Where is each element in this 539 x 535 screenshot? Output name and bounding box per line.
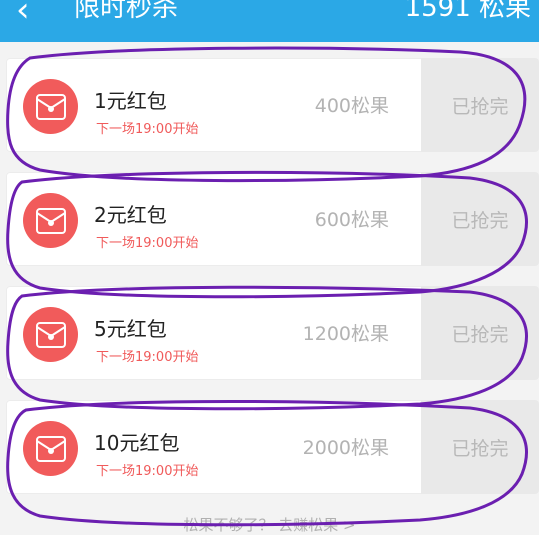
- sold-out-button[interactable]: 已抢完: [421, 400, 539, 494]
- item-schedule: 下一场19:00开始: [96, 236, 199, 251]
- red-packet-icon: [23, 421, 78, 476]
- app-header: ‹ 限时秒杀 1591 松果: [0, 0, 539, 42]
- item-schedule: 下一场19:00开始: [96, 464, 199, 479]
- sold-out-button[interactable]: 已抢完: [421, 286, 539, 380]
- page-title: 限时秒杀: [74, 0, 179, 23]
- item-price: 600松果: [314, 209, 389, 231]
- item-schedule: 下一场19:00开始: [96, 350, 199, 365]
- item-name: 2元红包: [94, 203, 167, 227]
- list-item[interactable]: 2元红包 下一场19:00开始 600松果 已抢完: [6, 172, 539, 266]
- item-name: 1元红包: [94, 89, 167, 113]
- item-price: 1200松果: [302, 323, 389, 345]
- red-packet-icon: [23, 79, 78, 134]
- item-schedule: 下一场19:00开始: [96, 122, 199, 137]
- item-price: 2000松果: [302, 437, 389, 459]
- balance-label: 1591 松果: [404, 0, 531, 23]
- list-item[interactable]: 1元红包 下一场19:00开始 400松果 已抢完: [6, 58, 539, 152]
- red-packet-icon: [23, 307, 78, 362]
- item-name: 5元红包: [94, 317, 167, 341]
- sold-out-button[interactable]: 已抢完: [421, 172, 539, 266]
- sold-out-button[interactable]: 已抢完: [421, 58, 539, 152]
- red-packet-icon: [23, 193, 78, 248]
- earn-more-link[interactable]: 松果不够了？ 去赚松果 >: [0, 514, 539, 535]
- back-button[interactable]: ‹: [16, 0, 30, 30]
- item-name: 10元红包: [94, 431, 180, 455]
- list-item[interactable]: 5元红包 下一场19:00开始 1200松果 已抢完: [6, 286, 539, 380]
- item-price: 400松果: [314, 95, 389, 117]
- list-item[interactable]: 10元红包 下一场19:00开始 2000松果 已抢完: [6, 400, 539, 494]
